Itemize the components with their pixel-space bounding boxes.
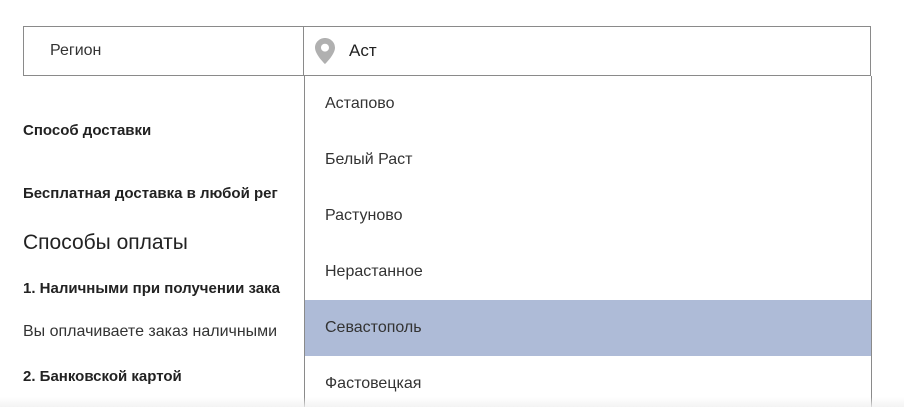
map-pin-icon xyxy=(315,38,335,64)
dropdown-item-highlighted[interactable]: Севастополь xyxy=(305,300,871,356)
region-selector: Регион xyxy=(23,26,871,76)
page: Регион Способ доставки Бесплатная достав… xyxy=(0,0,904,407)
dropdown-item[interactable]: Белый Раст xyxy=(305,132,871,188)
region-search-input[interactable] xyxy=(349,41,749,61)
dropdown-item[interactable]: Нерастанное xyxy=(305,244,871,300)
payment-methods-heading: Способы оплаты xyxy=(23,231,188,254)
dropdown-item[interactable]: Астапово xyxy=(305,76,871,132)
dropdown-item[interactable]: Растуново xyxy=(305,188,871,244)
cash-payment-description: Вы оплачиваете заказ наличными xyxy=(23,323,278,340)
free-delivery-text: Бесплатная доставка в любой рег xyxy=(23,185,278,202)
region-label: Регион xyxy=(24,27,304,75)
region-input-container[interactable] xyxy=(304,27,870,75)
card-payment-title: 2. Банковской картой xyxy=(23,368,182,385)
cash-payment-title: 1. Наличными при получении зака xyxy=(23,280,280,297)
dropdown-item[interactable]: Фастовецкая xyxy=(305,356,871,407)
region-suggestions-dropdown: Астапово Белый Раст Растуново Нерастанно… xyxy=(304,76,872,407)
delivery-method-heading: Способ доставки xyxy=(23,122,152,139)
